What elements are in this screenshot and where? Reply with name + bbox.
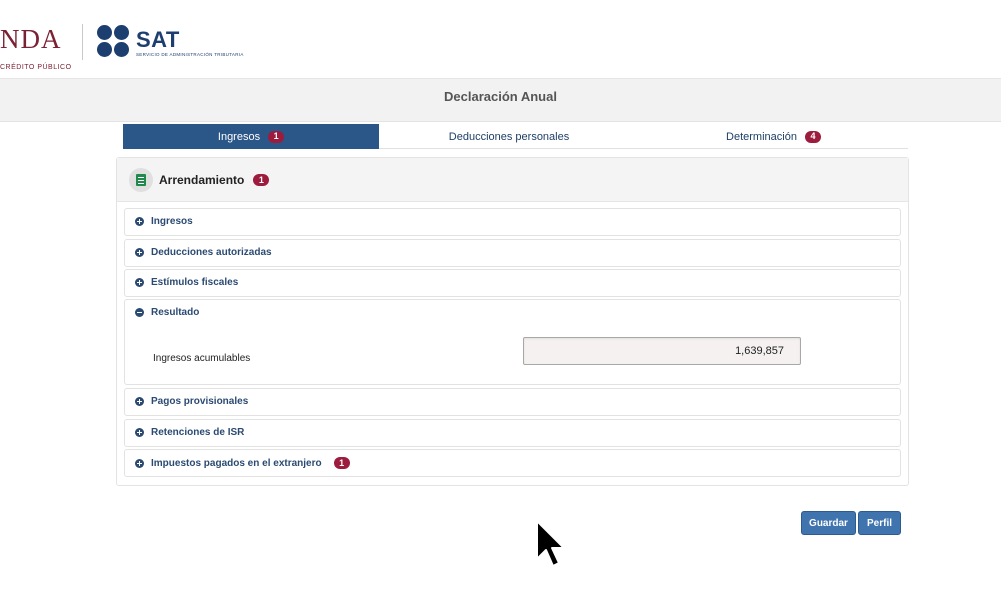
panel-title: Arrendamiento 1 — [159, 173, 270, 187]
section-impuestos-extranjero[interactable]: Impuestos pagados en el extranjero 1 — [124, 449, 901, 477]
section-label: Resultado — [151, 307, 200, 318]
perfil-button[interactable]: Perfil — [858, 511, 901, 535]
section-label: Deducciones autorizadas — [151, 247, 272, 258]
ingresos-acumulables-input[interactable] — [523, 337, 801, 365]
header: NDA CRÉDITO PÚBLICO SAT SERVICIO DE ADMI… — [0, 0, 1001, 78]
tab-badge: 1 — [268, 130, 285, 143]
title-bar: Declaración Anual — [0, 78, 1001, 122]
ingresos-acumulables-label: Ingresos acumulables — [153, 353, 251, 364]
hacienda-logo-subtext: CRÉDITO PÚBLICO — [0, 64, 72, 71]
expand-plus-icon — [135, 217, 144, 226]
tab-deducciones-personales[interactable]: Deducciones personales — [379, 124, 639, 149]
expand-plus-icon — [135, 428, 144, 437]
sat-logo-subtext: SERVICIO DE ADMINISTRACIÓN TRIBUTARIA — [136, 52, 244, 57]
collapse-minus-icon — [135, 308, 144, 317]
tab-bar: Ingresos 1 Deducciones personales Determ… — [123, 124, 908, 149]
section-label: Retenciones de ISR — [151, 427, 245, 438]
sat-logo: SAT SERVICIO DE ADMINISTRACIÓN TRIBUTARI… — [97, 25, 257, 61]
section-deducciones-autorizadas[interactable]: Deducciones autorizadas — [124, 239, 901, 267]
guardar-button[interactable]: Guardar — [801, 511, 856, 535]
tab-determinacion[interactable]: Determinación 4 — [639, 124, 908, 149]
arrendamiento-panel: Arrendamiento 1 Ingresos Deducciones aut… — [116, 157, 909, 486]
panel-badge: 1 — [253, 174, 270, 186]
tab-label: Determinación — [726, 130, 797, 143]
section-label: Ingresos — [151, 216, 193, 227]
sat-dots-icon — [97, 25, 131, 59]
expand-plus-icon — [135, 278, 144, 287]
hacienda-logo: NDA CRÉDITO PÚBLICO — [0, 14, 80, 71]
sat-logo-text: SAT — [136, 27, 180, 52]
section-retenciones-isr[interactable]: Retenciones de ISR — [124, 419, 901, 447]
mouse-cursor-icon — [536, 520, 565, 567]
expand-plus-icon — [135, 397, 144, 406]
panel-header: Arrendamiento 1 — [117, 158, 908, 202]
tab-label: Ingresos — [217, 130, 261, 143]
document-icon — [129, 168, 153, 192]
tab-badge: 4 — [804, 130, 821, 143]
section-label: Pagos provisionales — [151, 396, 249, 407]
page-title: Declaración Anual — [444, 89, 557, 104]
tab-label: Deducciones personales — [448, 130, 570, 143]
logo-divider — [82, 24, 83, 60]
tab-ingresos[interactable]: Ingresos 1 — [123, 124, 379, 149]
section-ingresos[interactable]: Ingresos — [124, 208, 901, 236]
expand-plus-icon — [135, 458, 144, 468]
section-badge: 1 — [333, 457, 350, 469]
section-label: Estímulos fiscales — [151, 277, 239, 288]
panel-title-text: Arrendamiento — [159, 173, 245, 187]
section-pagos-provisionales[interactable]: Pagos provisionales — [124, 388, 901, 416]
section-resultado-toggle[interactable]: Resultado — [135, 307, 199, 318]
section-estimulos-fiscales[interactable]: Estímulos fiscales — [124, 269, 901, 297]
hacienda-logo-text: NDA — [0, 24, 62, 54]
expand-plus-icon — [135, 248, 144, 257]
section-resultado: Resultado Ingresos acumulables — [124, 299, 901, 385]
section-label: Impuestos pagados en el extranjero — [151, 457, 322, 469]
